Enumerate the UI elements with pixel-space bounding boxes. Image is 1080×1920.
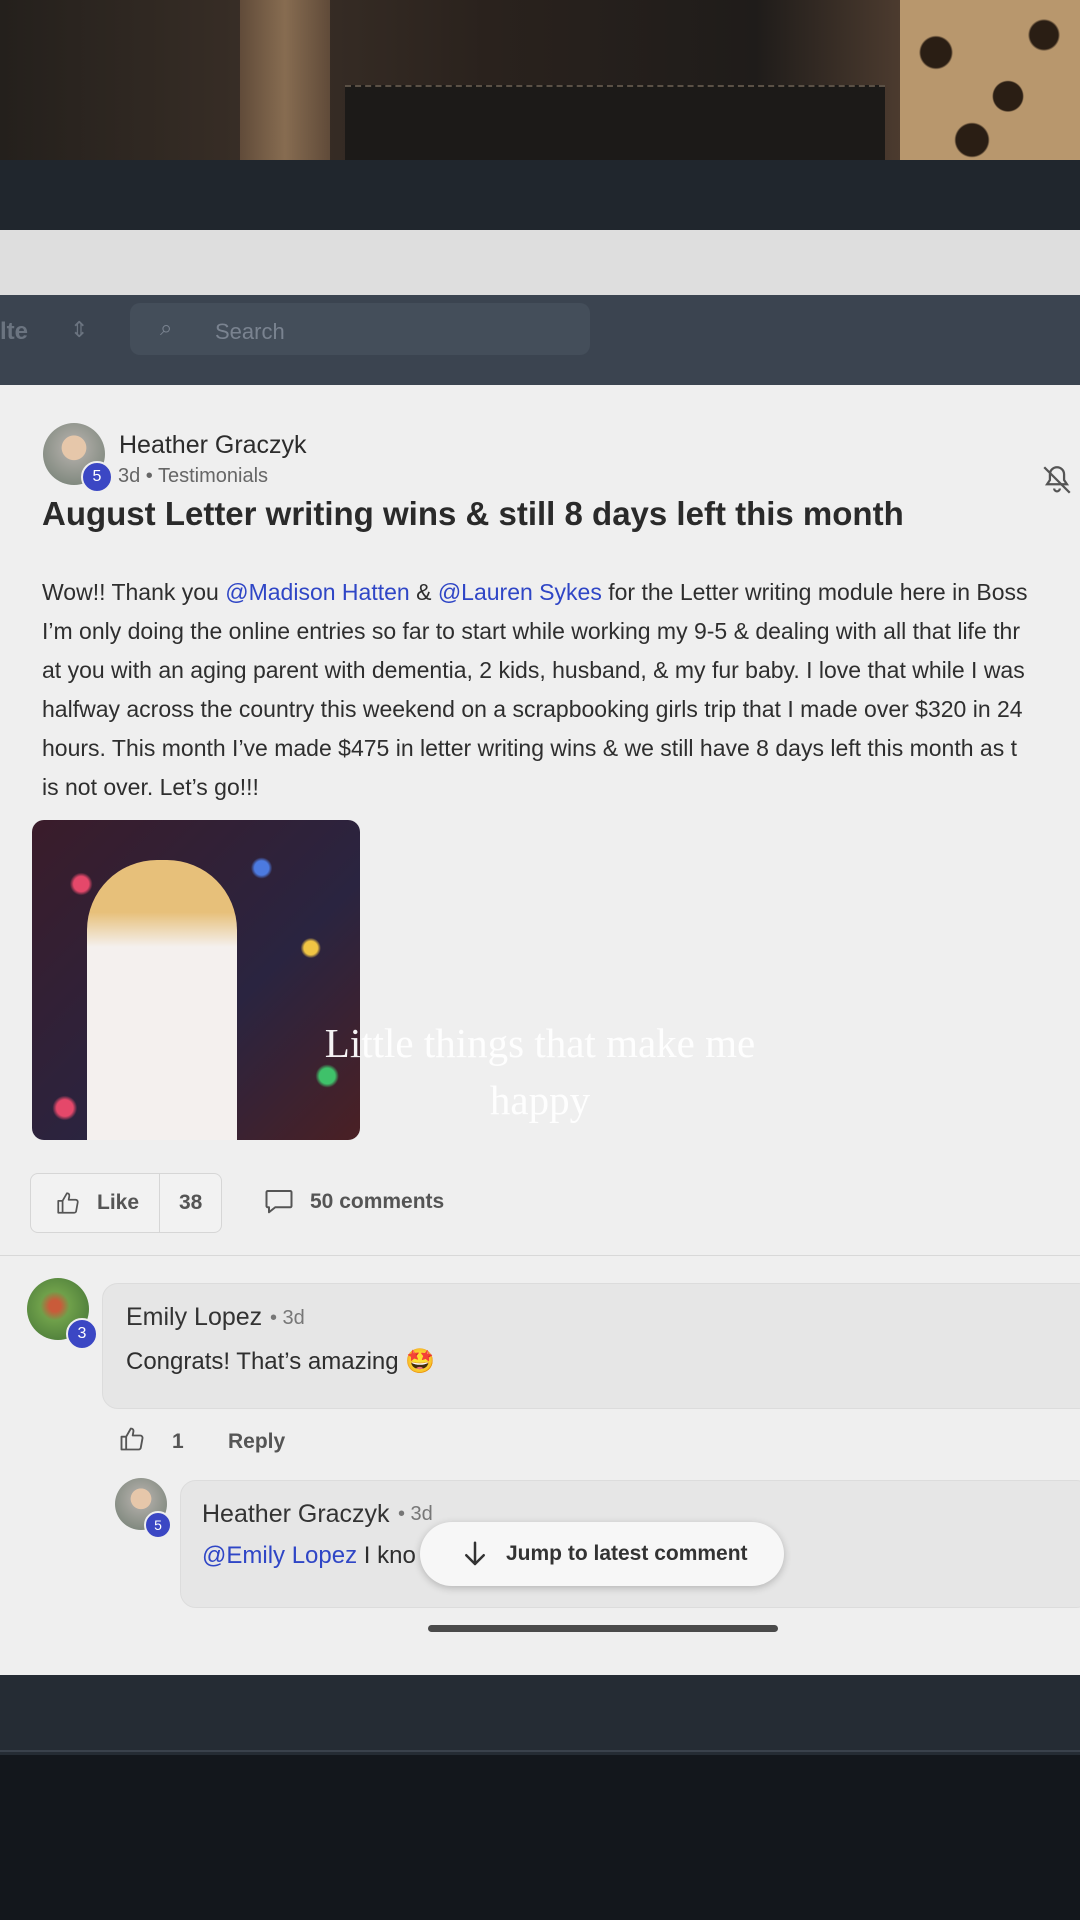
post-body-line: at you with an aging parent with dementi… xyxy=(42,657,1025,683)
scrollbar[interactable] xyxy=(428,1625,778,1632)
search-icon: ⌕ xyxy=(160,315,173,340)
comment-author[interactable]: Emily Lopez xyxy=(126,1303,262,1332)
post-body-line: Wow!! Thank you @Madison Hatten & @Laure… xyxy=(42,573,1080,612)
thumbs-up-icon[interactable] xyxy=(118,1425,146,1453)
jump-button-label: Jump to latest comment xyxy=(506,1542,748,1565)
post-body-text: Wow!! Thank you xyxy=(42,579,226,605)
search-input[interactable] xyxy=(130,303,590,355)
post-author[interactable]: Heather Graczyk xyxy=(119,431,307,460)
post-title[interactable]: August Letter writing wins & still 8 day… xyxy=(42,495,904,533)
mention-link[interactable]: @Madison Hatten xyxy=(225,579,409,605)
reply-text: @Emily Lopez I kno xyxy=(202,1542,416,1570)
comments-count-link[interactable]: 50 comments xyxy=(310,1190,444,1214)
post-meta: 3d • Testimonials xyxy=(118,465,269,487)
bezel-edge xyxy=(0,1750,1080,1752)
reply-author[interactable]: Heather Graczyk xyxy=(202,1500,390,1529)
mention-link[interactable]: @Lauren Sykes xyxy=(438,579,602,605)
app-header: lte ⇕ ⌕ Search xyxy=(0,295,1080,385)
browser-toolbar xyxy=(0,230,1080,305)
jump-to-latest-comment-button[interactable]: Jump to latest comment xyxy=(420,1522,784,1586)
search-placeholder: Search xyxy=(215,319,285,344)
level-badge: 3 xyxy=(66,1318,98,1350)
switcher-chevron-icon[interactable]: ⇕ xyxy=(70,317,88,343)
arrow-down-icon xyxy=(465,1541,485,1566)
like-label: Like xyxy=(97,1191,140,1214)
mention-link[interactable]: @Emily Lopez xyxy=(202,1542,357,1569)
like-divider xyxy=(159,1174,160,1232)
post-body-text: for the Letter writing module here in Bo… xyxy=(601,579,1028,605)
background-fabric xyxy=(900,0,1080,175)
thumbs-up-icon xyxy=(57,1192,79,1214)
desk-surface xyxy=(0,1755,1080,1920)
comment-text: Congrats! That’s amazing 🤩 xyxy=(126,1348,436,1375)
monitor-bezel xyxy=(0,160,1080,235)
post-body-line: halfway across the country this weekend … xyxy=(42,696,1023,722)
speech-bubble-icon[interactable] xyxy=(264,1187,294,1215)
comment-like-count: 1 xyxy=(172,1430,184,1453)
section-divider xyxy=(0,1255,1080,1256)
post-body-line: hours. This month I’ve made $475 in lett… xyxy=(42,735,1017,761)
post-body-line: I’m only doing the online entries so far… xyxy=(42,618,1020,644)
level-badge: 5 xyxy=(81,461,113,493)
monitor-bottom-bezel xyxy=(0,1675,1080,1920)
community-switcher-label[interactable]: lte xyxy=(0,318,28,346)
reply-text-body: I kno xyxy=(357,1542,416,1569)
video-caption-overlay: Little things that make me happy xyxy=(250,1015,830,1129)
comment-timestamp: • 3d xyxy=(270,1307,305,1329)
bell-off-icon[interactable] xyxy=(1040,463,1074,497)
like-count[interactable]: 38 xyxy=(179,1191,202,1215)
reply-timestamp: • 3d xyxy=(398,1503,433,1525)
post-body: Wow!! Thank you @Madison Hatten & @Laure… xyxy=(42,573,1080,807)
level-badge: 5 xyxy=(144,1511,172,1539)
caption-line: happy xyxy=(489,1077,591,1123)
like-button[interactable]: Like 38 xyxy=(30,1173,222,1233)
background-object xyxy=(240,0,330,160)
post-body-text: & xyxy=(409,579,438,605)
gif-figure xyxy=(87,860,237,1140)
comment-bubble xyxy=(102,1283,1080,1409)
reply-button[interactable]: Reply xyxy=(228,1430,285,1454)
caption-line: Little things that make me xyxy=(324,1020,756,1066)
post-body-line: is not over. Let’s go!!! xyxy=(42,774,259,800)
monitor-screen: lte ⇕ ⌕ Search 5 Heather Graczyk 3d • Te… xyxy=(0,230,1080,1675)
